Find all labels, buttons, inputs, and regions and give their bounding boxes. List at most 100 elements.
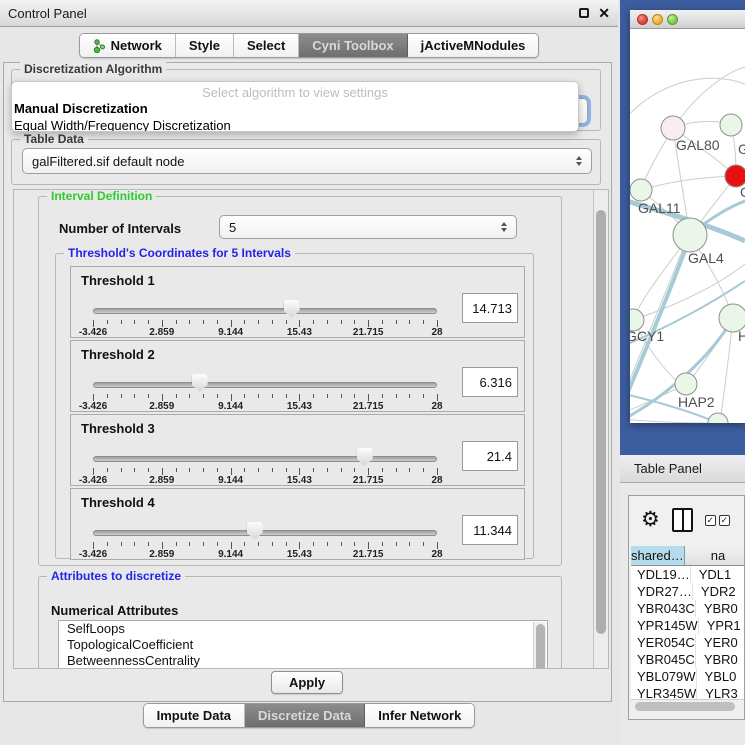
zoom-traffic-light-icon[interactable]: [667, 14, 678, 25]
network-canvas[interactable]: GAL80GACGAL11GAL4GCY1HHAP2: [630, 29, 745, 423]
threshold-slider-track[interactable]: [93, 456, 437, 462]
tab-label: Infer Network: [378, 708, 461, 723]
table-cell[interactable]: YER0: [696, 634, 744, 651]
threshold-value-field[interactable]: 21.4: [462, 441, 518, 471]
network-node[interactable]: [708, 413, 728, 423]
table-cell[interactable]: YDL19…: [631, 566, 691, 583]
gear-icon[interactable]: ⚙: [641, 510, 660, 530]
network-node[interactable]: [673, 218, 707, 252]
tab-style[interactable]: Style: [176, 34, 234, 57]
threshold-value-field[interactable]: 6.316: [462, 367, 518, 397]
number-of-intervals-combobox[interactable]: 5: [219, 215, 517, 239]
float-window-icon[interactable]: [579, 8, 589, 18]
slider-tick: [244, 542, 245, 546]
table-cell[interactable]: YBR043C: [631, 600, 696, 617]
threshold-slider-track[interactable]: [93, 308, 437, 314]
table-row[interactable]: YDR27…YDR2: [631, 583, 744, 600]
table-row[interactable]: YBR043CYBR0: [631, 600, 744, 617]
tab-cyni-toolbox[interactable]: Cyni Toolbox: [299, 34, 407, 57]
slider-tick: [134, 468, 135, 472]
table-cell[interactable]: YPR145W: [631, 617, 699, 634]
slider-tick: [368, 394, 369, 401]
network-view-window[interactable]: GAL80GACGAL11GAL4GCY1HHAP2: [630, 10, 745, 423]
threshold-value-field[interactable]: 11.344: [462, 515, 518, 545]
table-cell[interactable]: YBL079W: [631, 668, 697, 685]
table-cell[interactable]: YER054C: [631, 634, 696, 651]
minimize-traffic-light-icon[interactable]: [652, 14, 663, 25]
settings-scrollbar[interactable]: [593, 190, 608, 668]
slider-tick: [121, 468, 122, 472]
table-row[interactable]: YPR145WYPR1: [631, 617, 744, 634]
table-hscrollbar[interactable]: [631, 699, 744, 712]
table-cell[interactable]: YDR27…: [631, 583, 693, 600]
network-node-label: GAL11: [638, 200, 681, 216]
slider-tick: [244, 394, 245, 398]
network-edge[interactable]: [641, 176, 736, 190]
tab-discretize-data[interactable]: Discretize Data: [245, 704, 365, 727]
table-cell[interactable]: YBL0: [697, 668, 744, 685]
numerical-attributes-list[interactable]: SelfLoopsTopologicalCoefficientBetweenne…: [58, 620, 548, 669]
table-cell[interactable]: YBR0: [696, 651, 744, 668]
dropdown-item-manual-discretization[interactable]: Manual Discretization: [12, 100, 578, 117]
tab-infer-network[interactable]: Infer Network: [365, 704, 474, 727]
table-data-combobox[interactable]: galFiltered.sif default node: [22, 148, 592, 174]
table-row[interactable]: YDL19…YDL1: [631, 566, 744, 583]
close-traffic-light-icon[interactable]: [637, 14, 648, 25]
combo-arrows-icon: [501, 222, 507, 232]
slider-tick-label: -3.426: [79, 327, 107, 338]
interval-definition-group: Interval Definition Number of Intervals …: [38, 196, 562, 566]
network-edge[interactable]: [630, 419, 708, 423]
threshold-slider-thumb[interactable]: [247, 522, 263, 540]
network-edge[interactable]: [630, 78, 745, 119]
threshold-slider-thumb[interactable]: [284, 300, 300, 318]
slider-tick: [272, 542, 273, 546]
slider-tick: [93, 320, 94, 327]
dropdown-item-equal-width-frequency[interactable]: Equal Width/Frequency Discretization: [12, 117, 578, 132]
table-cell[interactable]: YPR1: [699, 617, 744, 634]
slider-tick: [409, 468, 410, 472]
table-row[interactable]: YBL079WYBL0: [631, 668, 744, 685]
threshold-slider-track[interactable]: [93, 530, 437, 536]
network-node[interactable]: [675, 373, 697, 395]
checkbox-icon[interactable]: ✓: [705, 515, 716, 526]
close-icon[interactable]: ✕: [598, 8, 610, 18]
slider-tick: [176, 320, 177, 324]
tab-jactivemnodules[interactable]: jActiveMNodules: [408, 34, 539, 57]
slider-tick: [341, 468, 342, 472]
table-row[interactable]: YBR045CYBR0: [631, 651, 744, 668]
control-panel: Control Panel ✕ Network Styl: [0, 0, 618, 745]
threshold-slider-track[interactable]: [93, 382, 437, 388]
list-item[interactable]: SelfLoops: [59, 621, 547, 637]
list-scrollbar[interactable]: [533, 622, 546, 669]
numerical-attributes-label: Numerical Attributes: [51, 603, 178, 618]
slider-tick: [327, 468, 328, 472]
threshold-label: Threshold 2: [81, 347, 155, 362]
columns-icon[interactable]: [672, 508, 693, 532]
list-item[interactable]: TopologicalCoefficient: [59, 637, 547, 653]
column-header-shared-name[interactable]: shared…: [631, 546, 685, 565]
column-header-name[interactable]: na: [685, 546, 744, 565]
threshold-slider-thumb[interactable]: [192, 374, 208, 392]
threshold-slider-thumb[interactable]: [357, 448, 373, 466]
table-cell[interactable]: YDL1: [691, 566, 744, 583]
network-node[interactable]: [630, 179, 652, 201]
table-cell[interactable]: YDR2: [693, 583, 744, 600]
checkbox-icon[interactable]: ✓: [719, 515, 730, 526]
slider-tick-label: 15.43: [287, 401, 312, 412]
apply-button[interactable]: Apply: [271, 671, 343, 694]
node-attribute-table[interactable]: shared… na YDL19…YDL1YDR27…YDR2YBR043CYB…: [631, 546, 744, 712]
tab-select[interactable]: Select: [234, 34, 299, 57]
slider-tick: [299, 542, 300, 549]
threshold-value-field[interactable]: 14.713: [462, 293, 518, 323]
slider-tick: [217, 542, 218, 546]
slider-tick: [272, 394, 273, 398]
right-area: GAL80GACGAL11GAL4GCY1HHAP2 Table Panel ⚙…: [620, 0, 745, 745]
network-node[interactable]: [720, 114, 742, 136]
slider-tick: [313, 468, 314, 472]
table-cell[interactable]: YBR045C: [631, 651, 696, 668]
tab-network[interactable]: Network: [80, 34, 176, 57]
table-cell[interactable]: YBR0: [696, 600, 744, 617]
tab-impute-data[interactable]: Impute Data: [144, 704, 245, 727]
table-row[interactable]: YER054CYER0: [631, 634, 744, 651]
list-item[interactable]: BetweennessCentrality: [59, 653, 547, 669]
